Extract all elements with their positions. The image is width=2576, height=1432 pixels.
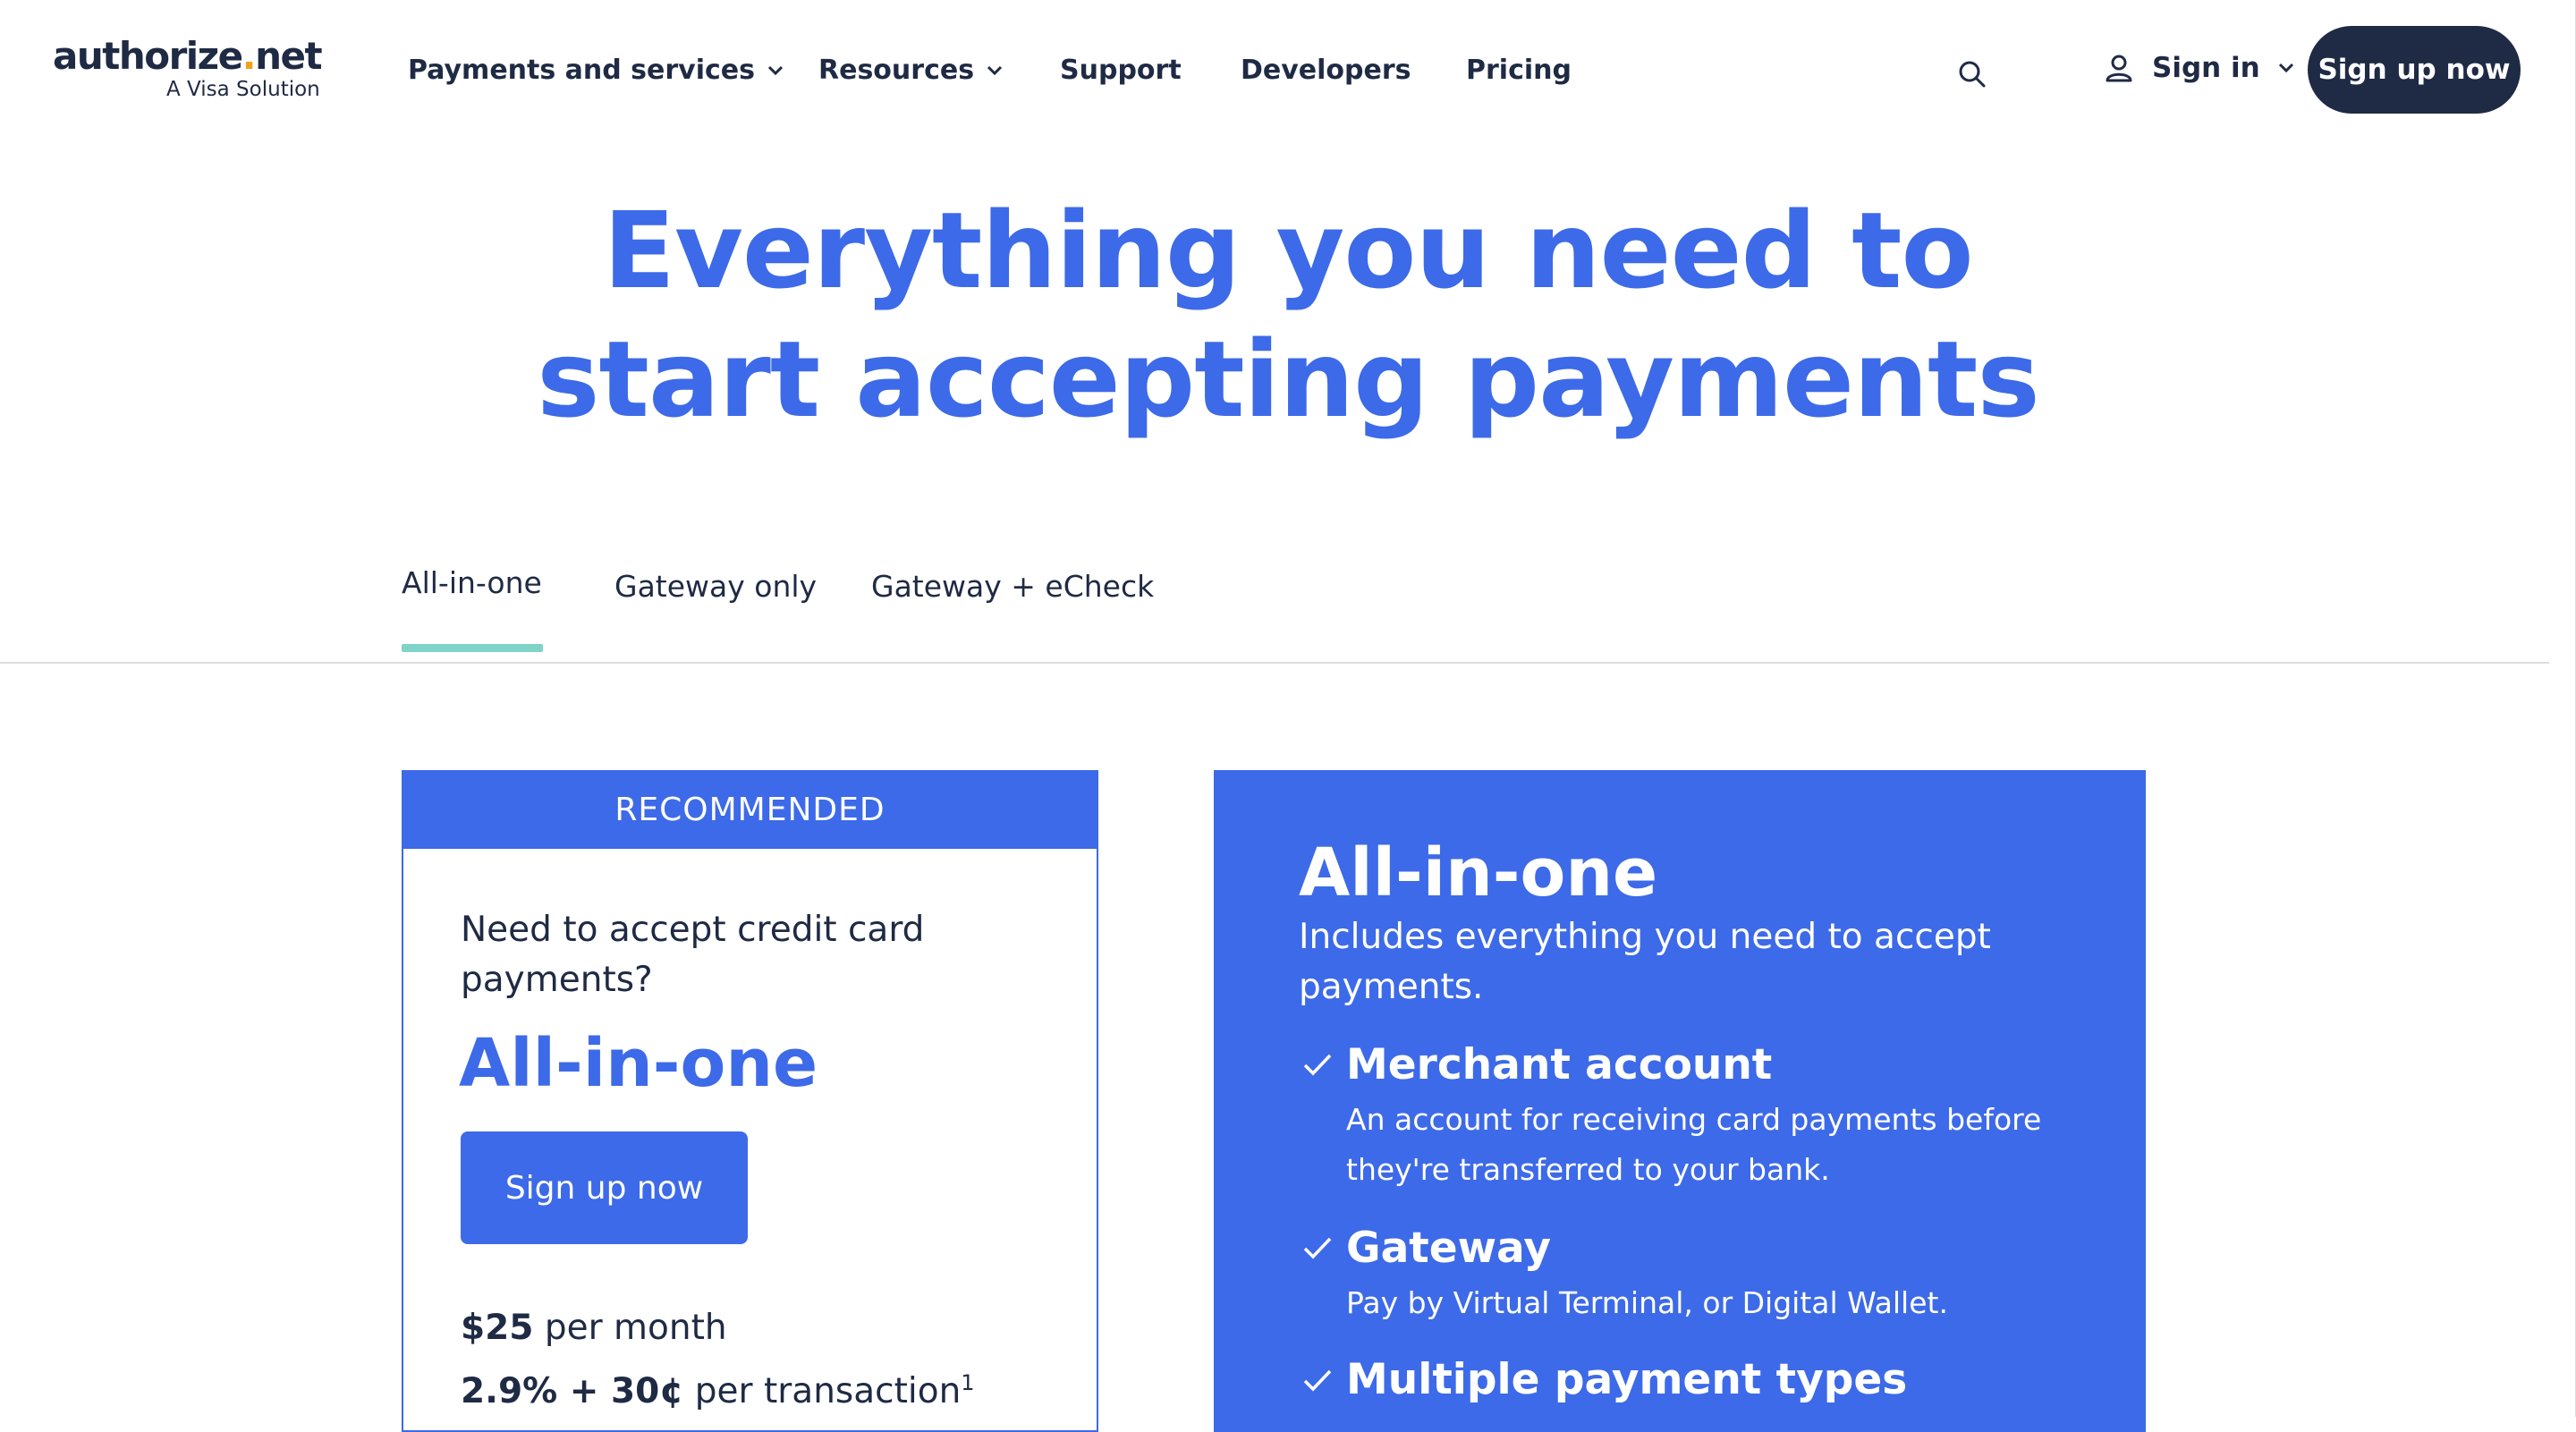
feature-desc-merchant-account: An account for receiving card payments b… (1346, 1102, 2042, 1187)
feature-title-multiple-payment-types: Multiple payment types (1346, 1355, 1908, 1404)
recommended-badge: RECOMMENDED (402, 770, 1098, 849)
logo-tld: net (255, 34, 322, 78)
plan-title: All-in-one (459, 1025, 818, 1102)
details-title: All-in-one (1299, 835, 1658, 911)
check-icon (1303, 1237, 1332, 1259)
feature-title-gateway: Gateway (1346, 1224, 1551, 1273)
nav-label: Support (1060, 55, 1182, 86)
nav-label: Pricing (1466, 55, 1572, 86)
logo-text: authorize (53, 34, 243, 78)
nav-payments-and-services[interactable]: Payments and services (408, 55, 784, 86)
hero-heading: Everything you need to start accepting p… (447, 186, 2129, 444)
nav-label: Developers (1241, 55, 1411, 86)
monthly-price: $25 per month (461, 1308, 727, 1348)
nav-resources[interactable]: Resources (818, 55, 1003, 86)
header-sign-up-button[interactable]: Sign up now (2308, 26, 2521, 114)
sign-in-label: Sign in (2152, 52, 2260, 84)
logo-tagline: A Visa Solution (166, 78, 320, 101)
hero-line-1: Everything you need to (603, 189, 1973, 312)
fee-unit: per transaction (683, 1371, 962, 1411)
check-icon (1303, 1369, 1332, 1392)
chevron-down-icon (2278, 63, 2293, 73)
feature-desc-gateway: Pay by Virtual Terminal, or Digital Wall… (1346, 1285, 1948, 1320)
chevron-down-icon (767, 65, 784, 75)
tabs-divider (0, 662, 2549, 664)
tab-gateway-only[interactable]: Gateway only (614, 569, 817, 604)
plan-sign-up-button[interactable]: Sign up now (461, 1131, 748, 1244)
check-icon (1303, 1054, 1332, 1076)
fee-amount: 2.9% + 30¢ (461, 1371, 684, 1411)
tab-gateway-echeck[interactable]: Gateway + eCheck (871, 569, 1154, 604)
fee-footnote[interactable]: 1 (961, 1370, 974, 1395)
logo[interactable]: authorize.net (53, 34, 323, 78)
active-tab-indicator (402, 644, 543, 652)
details-subtitle: Includes everything you need to accept p… (1299, 917, 1991, 1007)
nav-support[interactable]: Support (1060, 55, 1182, 86)
plan-question: Need to accept credit card payments? (461, 910, 925, 1000)
window-edge (2556, 0, 2576, 1417)
sign-in-menu[interactable]: Sign in (2104, 52, 2294, 84)
nav-pricing[interactable]: Pricing (1466, 55, 1572, 86)
logo-dot: . (242, 34, 257, 78)
price-unit: per month (533, 1308, 727, 1348)
price-amount: $25 (461, 1308, 534, 1348)
search-icon (1959, 61, 1986, 88)
chevron-down-icon (987, 65, 1003, 75)
transaction-fee: 2.9% + 30¢ per transaction1 (461, 1370, 975, 1411)
nav-developers[interactable]: Developers (1241, 55, 1411, 86)
user-icon (2106, 55, 2132, 82)
hero-line-2: start accepting payments (537, 318, 2039, 441)
feature-title-merchant-account: Merchant account (1346, 1040, 1773, 1089)
nav-label: Resources (818, 55, 975, 86)
nav-label: Payments and services (408, 55, 756, 86)
tab-all-in-one[interactable]: All-in-one (402, 565, 542, 600)
search-button[interactable] (1957, 59, 1987, 89)
